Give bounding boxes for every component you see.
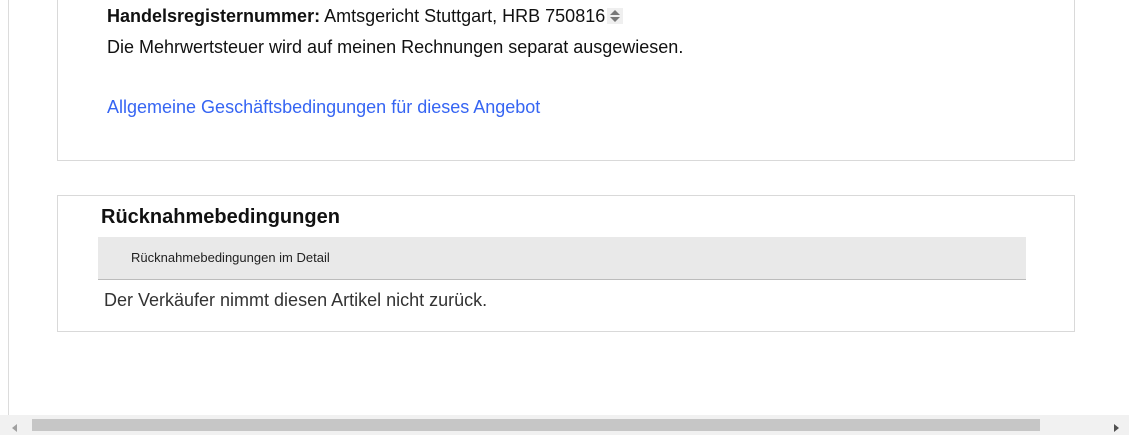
- scroll-left-icon[interactable]: [10, 420, 20, 432]
- returns-detail-header-label: Rücknahmebedingungen im Detail: [131, 250, 330, 265]
- vat-note: Die Mehrwertsteuer wird auf meinen Rechn…: [107, 37, 684, 57]
- horizontal-scrollbar[interactable]: [0, 415, 1129, 435]
- commercial-register-value: Amtsgericht Stuttgart, HRB 750816: [324, 6, 606, 26]
- returns-policy-panel: Rücknahmebedingungen Rücknahmebedingunge…: [57, 195, 1075, 332]
- up-down-arrows-icon[interactable]: [607, 8, 624, 24]
- seller-info-panel: Handelsregisternummer: Amtsgericht Stutt…: [57, 0, 1075, 161]
- returns-policy-text: Der Verkäufer nimmt diesen Artikel nicht…: [104, 290, 488, 310]
- returns-detail-header: Rücknahmebedingungen im Detail: [98, 237, 1026, 280]
- page-left-border: [8, 0, 9, 415]
- commercial-register-row: Handelsregisternummer: Amtsgericht Stutt…: [107, 4, 624, 28]
- scrollbar-thumb[interactable]: [32, 419, 1040, 431]
- terms-and-conditions-link[interactable]: Allgemeine Geschäftsbedingungen für dies…: [107, 95, 540, 119]
- returns-policy-title: Rücknahmebedingungen: [101, 206, 340, 228]
- scroll-right-icon[interactable]: [1111, 420, 1121, 432]
- commercial-register-label: Handelsregisternummer:: [107, 6, 321, 26]
